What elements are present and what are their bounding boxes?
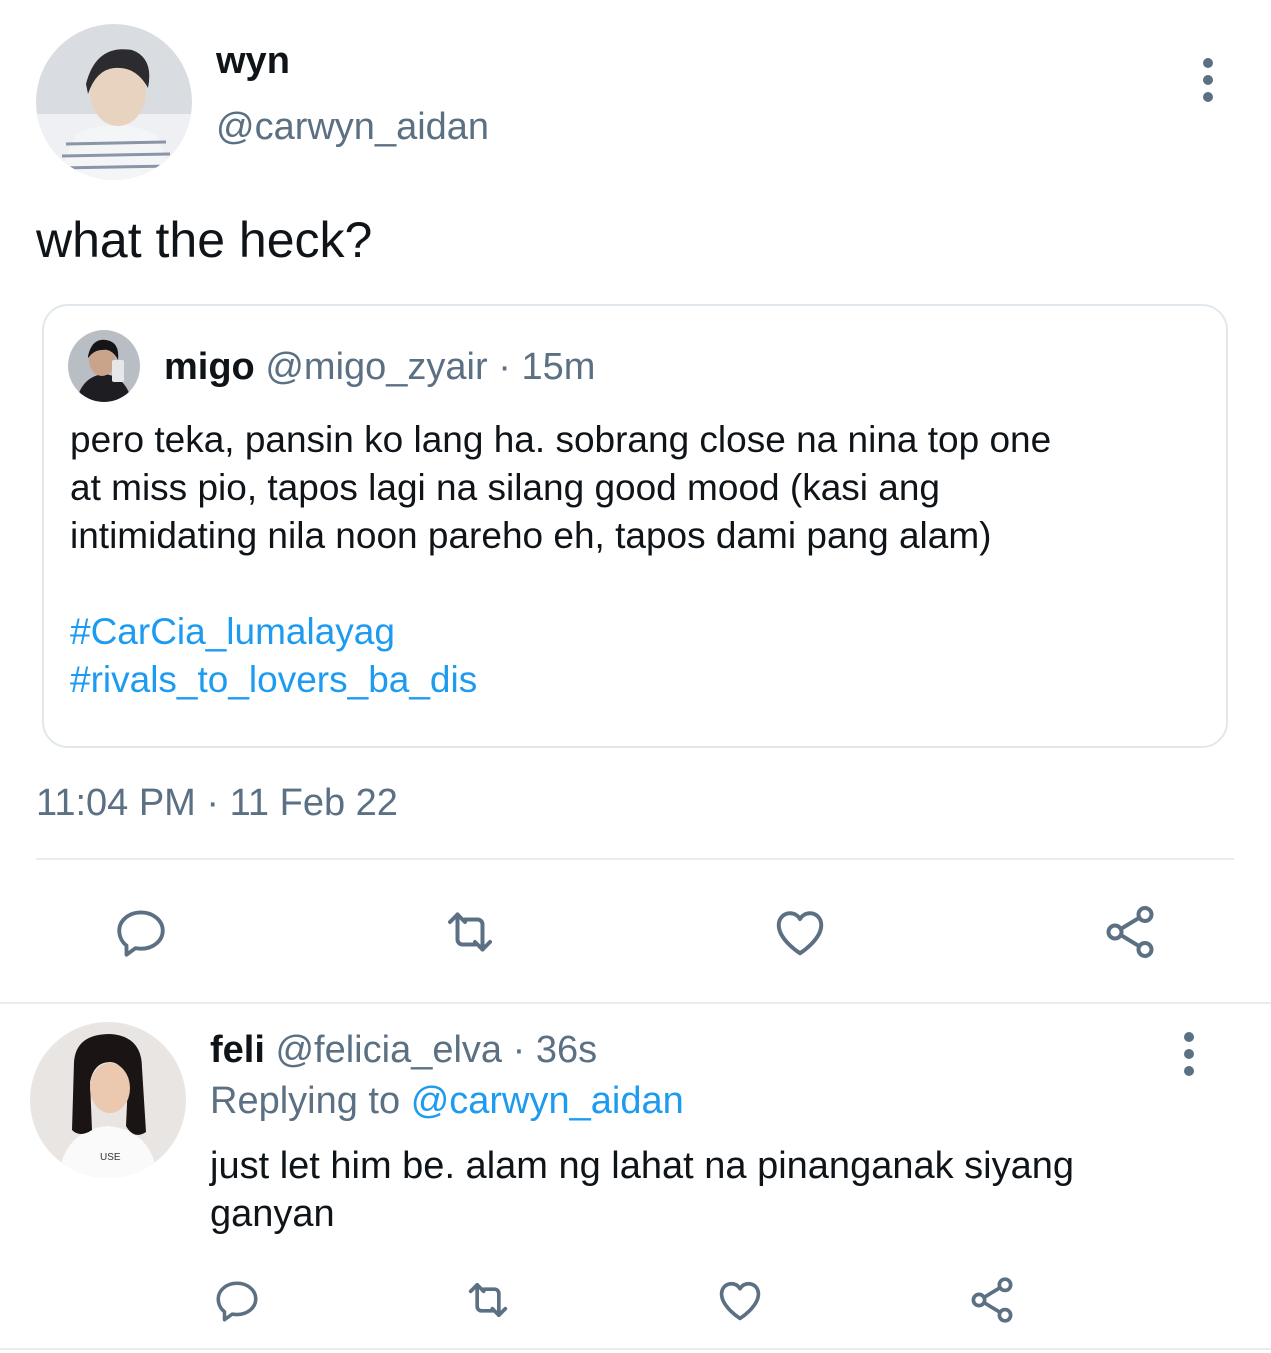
reply-like-icon[interactable] xyxy=(714,1274,766,1326)
replying-to-handle[interactable]: @carwyn_aidan xyxy=(411,1080,684,1122)
reply-more-options-icon[interactable] xyxy=(1184,1032,1194,1083)
hashtag-link[interactable]: #CarCia_lumalayag xyxy=(70,608,477,656)
reply-reply-icon[interactable] xyxy=(212,1276,262,1326)
share-icon[interactable] xyxy=(1100,902,1160,962)
quoted-text-line: intimidating nila noon pareho eh, tapos … xyxy=(70,515,992,556)
quoted-handle[interactable]: @migo_zyair xyxy=(265,346,487,388)
replying-to-label: Replying to xyxy=(210,1080,401,1122)
divider xyxy=(0,1348,1271,1350)
quoted-text-line: at miss pio, tapos lagi na silang good m… xyxy=(70,467,941,508)
reply-display-name[interactable]: feli xyxy=(210,1029,265,1071)
author-avatar[interactable] xyxy=(36,24,192,180)
reply-retweet-icon[interactable] xyxy=(460,1274,516,1326)
more-options-icon[interactable] xyxy=(1203,58,1213,109)
reply-share-icon[interactable] xyxy=(966,1274,1018,1326)
tweet-text: what the heck? xyxy=(36,212,373,268)
hashtag-link[interactable]: #rivals_to_lovers_ba_dis xyxy=(70,656,477,704)
reply-text-line: just let him be. alam ng lahat na pinang… xyxy=(210,1145,1074,1187)
quoted-text-line: pero teka, pansin ko lang ha. sobrang cl… xyxy=(70,419,1052,460)
divider xyxy=(0,1002,1271,1004)
quoted-author-avatar[interactable] xyxy=(68,330,140,402)
reply-handle[interactable]: @felicia_elva xyxy=(275,1029,502,1071)
author-handle[interactable]: @carwyn_aidan xyxy=(216,104,489,150)
reply-text-line: ganyan xyxy=(210,1193,335,1235)
reply-text: just let him be. alam ng lahat na pinang… xyxy=(210,1142,1074,1238)
quoted-tweet-text: pero teka, pansin ko lang ha. sobrang cl… xyxy=(70,416,1051,560)
quoted-hashtags: #CarCia_lumalayag #rivals_to_lovers_ba_d… xyxy=(70,608,477,704)
reply-icon[interactable] xyxy=(112,904,170,962)
quoted-time[interactable]: 15m xyxy=(521,346,595,388)
reply-separator: · xyxy=(512,1029,526,1071)
reply-time[interactable]: 36s xyxy=(536,1029,597,1071)
divider xyxy=(36,858,1234,860)
like-icon[interactable] xyxy=(770,902,830,962)
quoted-display-name[interactable]: migo xyxy=(164,346,255,388)
quoted-separator: · xyxy=(498,346,511,388)
svg-text:USE: USE xyxy=(100,1152,121,1163)
retweet-icon[interactable] xyxy=(438,902,502,962)
tweet-timestamp[interactable]: 11:04 PM · 11 Feb 22 xyxy=(36,780,398,826)
author-display-name[interactable]: wyn xyxy=(216,38,290,84)
reply-author-avatar[interactable]: USE xyxy=(30,1022,186,1178)
